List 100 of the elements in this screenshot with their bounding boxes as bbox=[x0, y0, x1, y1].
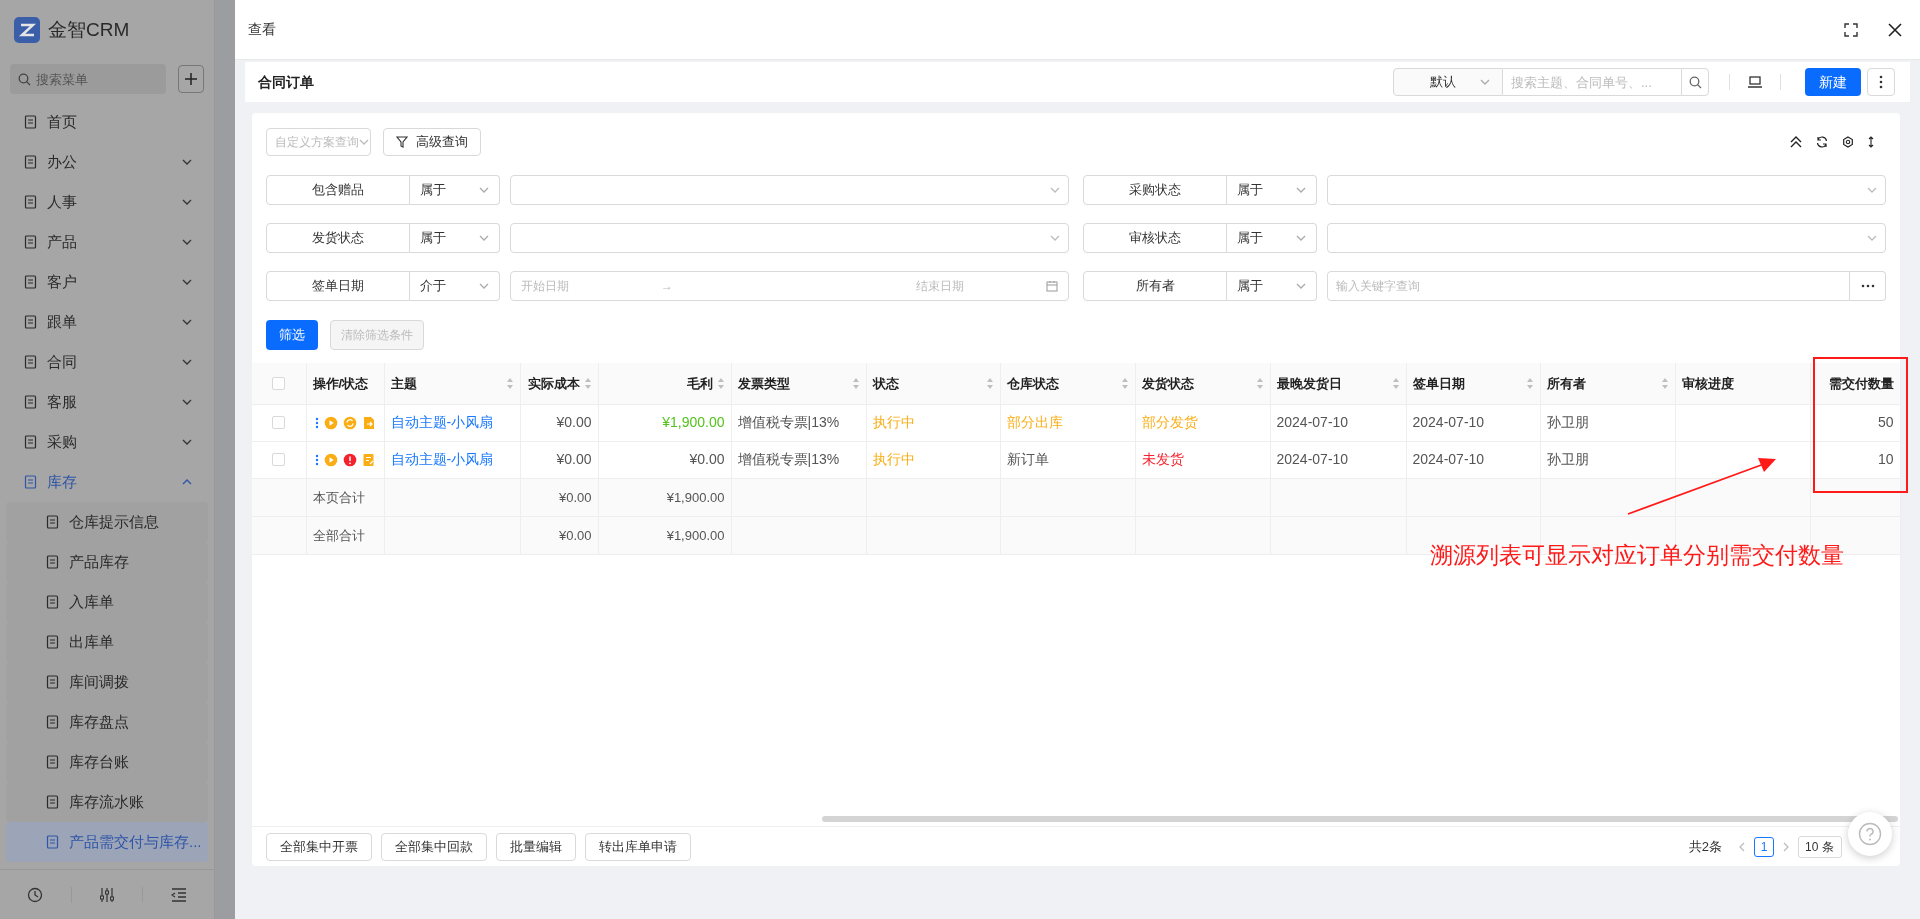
operator-select[interactable]: 介于 bbox=[410, 271, 500, 301]
chevron-down-icon bbox=[1867, 187, 1877, 193]
previous-page-icon[interactable] bbox=[1739, 841, 1745, 852]
menu-item[interactable]: 跟单 bbox=[0, 302, 214, 342]
more-button[interactable] bbox=[1867, 68, 1895, 96]
column-header[interactable]: 需交付数量 bbox=[1828, 373, 1894, 393]
next-page-icon[interactable] bbox=[1783, 841, 1789, 852]
new-button[interactable]: 新建 bbox=[1805, 68, 1861, 96]
column-header[interactable]: 发货状态 bbox=[1141, 373, 1252, 393]
more-button[interactable] bbox=[1850, 271, 1886, 301]
column-header[interactable]: 主题 bbox=[390, 373, 502, 393]
menu-item[interactable]: 客服 bbox=[0, 382, 214, 422]
checkbox[interactable] bbox=[272, 453, 286, 466]
sort-icon[interactable] bbox=[985, 376, 994, 390]
vertical-arrows-icon[interactable] bbox=[1868, 136, 1874, 148]
checkbox[interactable] bbox=[272, 416, 286, 429]
checkbox[interactable] bbox=[272, 376, 286, 390]
sort-icon[interactable] bbox=[583, 376, 592, 390]
close-icon[interactable] bbox=[1888, 22, 1902, 37]
filter-button[interactable]: 筛选 bbox=[266, 320, 318, 350]
menu-item[interactable]: 客户 bbox=[0, 262, 214, 302]
document-icon bbox=[24, 115, 37, 129]
view-select[interactable]: 默认 bbox=[1393, 68, 1503, 96]
more-icon[interactable] bbox=[314, 452, 319, 467]
value-select[interactable] bbox=[510, 223, 1069, 253]
search-field[interactable]: 搜索菜单 bbox=[10, 64, 166, 94]
column-header[interactable]: 毛利 bbox=[686, 373, 713, 393]
column-header[interactable]: 状态 bbox=[872, 373, 982, 393]
chevron-down-icon bbox=[1296, 283, 1306, 289]
more-icon[interactable] bbox=[314, 415, 319, 430]
sort-icon[interactable] bbox=[1120, 376, 1129, 390]
menu-item[interactable]: 产品 bbox=[0, 222, 214, 262]
document-icon bbox=[46, 795, 59, 809]
menu-item[interactable]: 办公 bbox=[0, 142, 214, 182]
sort-icon[interactable] bbox=[1391, 376, 1400, 390]
chevron-down-icon bbox=[182, 239, 192, 245]
history-icon[interactable] bbox=[27, 886, 44, 903]
submenu-item[interactable]: 库存流水账 bbox=[6, 782, 208, 822]
collapse-icon[interactable] bbox=[1790, 136, 1802, 148]
bulk-action-button[interactable]: 全部集中开票 bbox=[266, 832, 372, 861]
monitor-icon[interactable] bbox=[1748, 76, 1762, 88]
sort-icon[interactable] bbox=[716, 376, 725, 390]
sort-icon[interactable] bbox=[505, 376, 514, 390]
document-icon bbox=[46, 595, 59, 609]
operator-select[interactable]: 属于 bbox=[410, 223, 500, 253]
fullscreen-icon[interactable] bbox=[1844, 22, 1858, 37]
bulk-action-button[interactable]: 全部集中回款 bbox=[381, 832, 487, 861]
refresh-icon[interactable] bbox=[1816, 136, 1828, 148]
subject-link[interactable]: 自动主题-小风扇 bbox=[390, 414, 494, 430]
submenu-item[interactable]: 入库单 bbox=[6, 582, 208, 622]
settings-icon[interactable] bbox=[1842, 136, 1854, 148]
column-header[interactable]: 最晚发货日 bbox=[1276, 373, 1388, 393]
operator-select[interactable]: 属于 bbox=[410, 175, 500, 205]
help-button[interactable] bbox=[1848, 812, 1892, 856]
chevron-down-icon bbox=[479, 235, 489, 241]
search-button[interactable] bbox=[1681, 68, 1709, 96]
sort-icon[interactable] bbox=[1255, 376, 1264, 390]
plus-icon bbox=[184, 72, 198, 86]
keyword-field[interactable]: 输入关键字查询 bbox=[1327, 271, 1850, 301]
column-header[interactable]: 发票类型 bbox=[737, 373, 848, 393]
column-header[interactable]: 实际成本 bbox=[527, 373, 580, 393]
value-select[interactable] bbox=[510, 175, 1069, 205]
operator-select[interactable]: 属于 bbox=[1227, 223, 1317, 253]
bulk-action-button[interactable]: 转出库单申请 bbox=[585, 832, 691, 861]
page-button[interactable]: 1 bbox=[1754, 836, 1774, 857]
chevron-down-icon bbox=[479, 187, 489, 193]
total-count: 共2条 bbox=[1688, 837, 1722, 856]
sort-icon[interactable] bbox=[851, 376, 860, 390]
sliders-icon[interactable] bbox=[99, 886, 115, 903]
submenu-item[interactable]: 产品库存 bbox=[6, 542, 208, 582]
add-button[interactable] bbox=[178, 65, 204, 93]
document-icon bbox=[24, 355, 37, 369]
sort-icon[interactable] bbox=[1660, 376, 1669, 390]
column-header[interactable]: 审核进度 bbox=[1681, 373, 1804, 393]
column-header[interactable]: 所有者 bbox=[1546, 373, 1657, 393]
column-header[interactable]: 仓库状态 bbox=[1006, 373, 1117, 393]
advanced-query-button[interactable]: 高级查询 bbox=[383, 128, 481, 156]
value-select[interactable] bbox=[1327, 175, 1886, 205]
value-select[interactable] bbox=[1327, 223, 1886, 253]
collapse-menu-icon[interactable] bbox=[170, 887, 187, 902]
operator-select[interactable]: 属于 bbox=[1227, 175, 1317, 205]
horizontal-scrollbar[interactable] bbox=[822, 816, 1898, 822]
menu-item[interactable]: 合同 bbox=[0, 342, 214, 382]
menu-item[interactable]: 人事 bbox=[0, 182, 214, 222]
search-field[interactable]: 搜索主题、合同单号、... bbox=[1503, 68, 1681, 96]
submenu-item[interactable]: 库存盘点 bbox=[6, 702, 208, 742]
operator-select[interactable]: 属于 bbox=[1227, 271, 1317, 301]
submenu-item[interactable]: 库存台账 bbox=[6, 742, 208, 782]
column-header[interactable]: 操作/状态 bbox=[312, 373, 378, 393]
submenu-item[interactable]: 库间调拨 bbox=[6, 662, 208, 702]
submenu-item[interactable]: 仓库提示信息 bbox=[6, 502, 208, 542]
logo-icon bbox=[14, 17, 40, 43]
menu-item[interactable]: 首页 bbox=[0, 102, 214, 142]
bulk-action-button[interactable]: 批量编辑 bbox=[496, 832, 576, 861]
page-size-select[interactable]: 10 条 bbox=[1798, 835, 1842, 858]
submenu-item[interactable]: 出库单 bbox=[6, 622, 208, 662]
subject-link[interactable]: 自动主题-小风扇 bbox=[390, 451, 494, 467]
menu-item[interactable]: 采购 bbox=[0, 422, 214, 462]
column-header[interactable]: 签单日期 bbox=[1412, 373, 1522, 393]
sort-icon[interactable] bbox=[1525, 376, 1534, 390]
